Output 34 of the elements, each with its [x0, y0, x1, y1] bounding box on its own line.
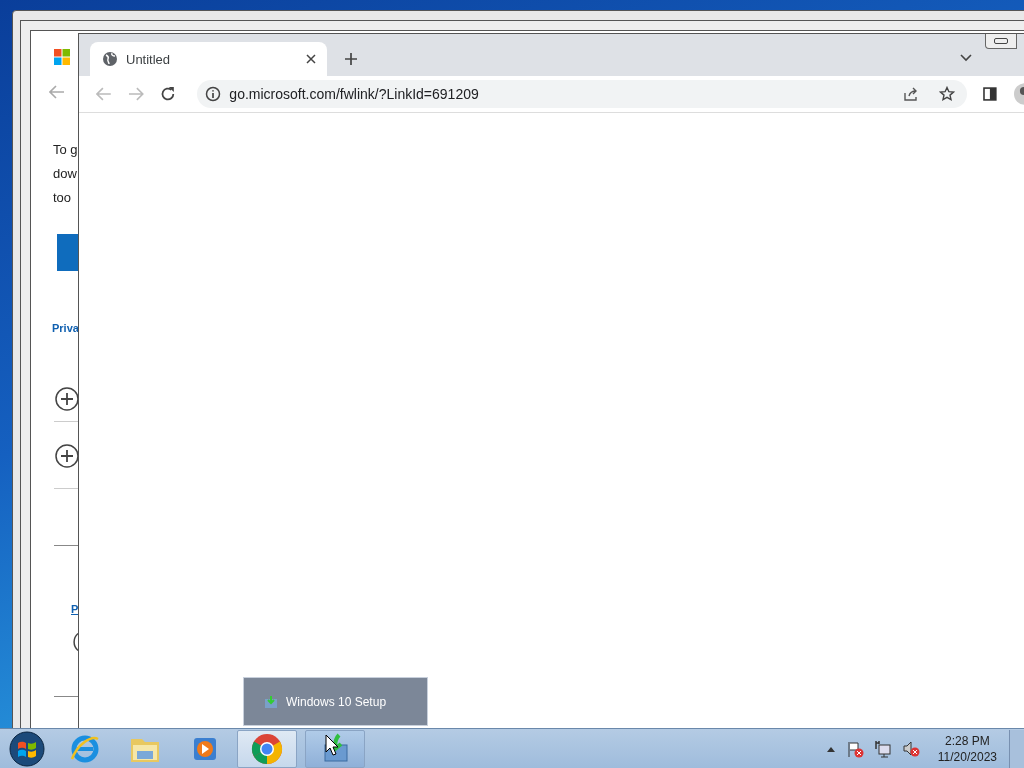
side-panel-icon[interactable] [983, 87, 998, 101]
chrome-taskbar-button[interactable] [237, 729, 297, 768]
setup-icon [264, 694, 278, 709]
flag-icon[interactable] [845, 739, 864, 758]
footer-link[interactable]: P [71, 603, 79, 615]
new-tab-icon[interactable] [344, 52, 358, 66]
chevron-down-icon[interactable] [959, 53, 973, 63]
share-icon[interactable] [903, 86, 920, 102]
taskbar-preview[interactable]: Windows 10 Setup [243, 677, 428, 726]
expand-icon[interactable] [55, 387, 79, 411]
clock[interactable]: 2:28 PM 11/20/2023 [937, 732, 997, 765]
mouse-cursor-icon [325, 734, 339, 756]
expand-icon[interactable] [55, 444, 79, 468]
start-button[interactable] [9, 730, 45, 767]
body-text: too [53, 189, 73, 207]
address-bar[interactable]: go.microsoft.com/fwlink/?LinkId=691209 [197, 80, 968, 108]
chrome-icon [251, 732, 283, 765]
close-icon[interactable] [305, 53, 317, 65]
body-text: dow [53, 165, 78, 183]
clock-date: 11/20/2023 [937, 748, 997, 765]
clock-time: 2:28 PM [945, 732, 990, 749]
privacy-link[interactable]: Priva [52, 322, 79, 334]
profile-icon[interactable] [1013, 83, 1024, 105]
network-icon[interactable] [873, 739, 892, 758]
muted-speaker-icon[interactable] [901, 739, 920, 758]
browser-tab[interactable]: Untitled [90, 42, 327, 76]
setup-taskbar-button[interactable] [305, 729, 365, 768]
globe-icon [102, 51, 118, 67]
info-icon[interactable] [205, 86, 222, 102]
minimize-button[interactable] [985, 34, 1017, 49]
body-text: To g [53, 141, 78, 159]
reload-icon[interactable] [159, 86, 176, 102]
windows-logo-icon [54, 49, 70, 65]
star-icon[interactable] [939, 86, 956, 102]
